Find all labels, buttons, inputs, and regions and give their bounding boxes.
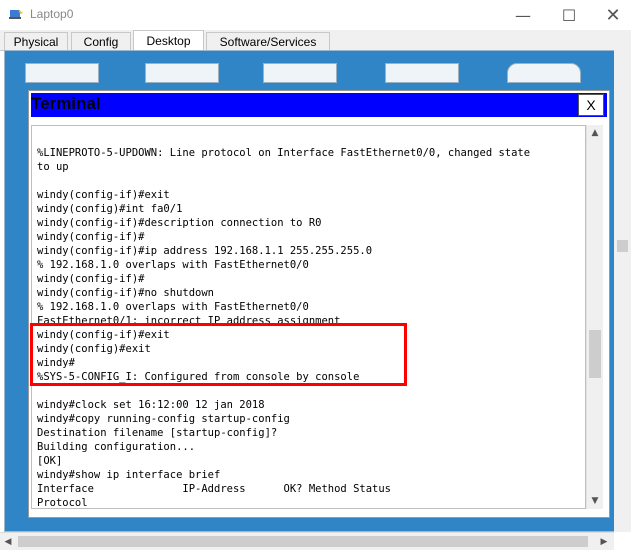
terminal-output[interactable]: %LINEPROTO-5-UPDOWN: Line protocol on In…: [31, 125, 586, 509]
tab-physical[interactable]: Physical: [4, 32, 68, 50]
terminal-line: windy(config)#exit: [37, 343, 151, 355]
terminal-line: to up: [37, 161, 69, 173]
desktop-app-icon[interactable]: [507, 63, 581, 83]
terminal-titlebar: Terminal X: [31, 93, 607, 117]
terminal-line: Protocol: [37, 497, 88, 509]
tab-desktop[interactable]: Desktop: [133, 30, 204, 51]
terminal-line: %SYS-5-CONFIG_I: Configured from console…: [37, 371, 360, 383]
terminal-text: %LINEPROTO-5-UPDOWN: Line protocol on In…: [37, 126, 585, 509]
maximize-icon[interactable]: ☐: [546, 0, 592, 30]
terminal-line: Building configuration...: [37, 441, 196, 453]
terminal-line: windy(config-if)#description connection …: [37, 217, 322, 229]
terminal-line: windy#show ip interface brief: [37, 469, 221, 481]
terminal-line: windy#: [37, 357, 75, 369]
terminal-line: windy(config-if)#no shutdown: [37, 287, 215, 299]
terminal-close-button[interactable]: X: [578, 94, 604, 116]
terminal-scrollbar[interactable]: ▲ ▼: [586, 125, 603, 509]
scrollbar-thumb[interactable]: [589, 330, 601, 378]
terminal-line: windy(config-if)#: [37, 273, 145, 285]
minimize-icon[interactable]: —: [500, 0, 546, 30]
terminal-window: Terminal X %LINEPROTO-5-UPDOWN: Line pro…: [28, 90, 610, 518]
scrollbar-thumb[interactable]: [18, 536, 588, 547]
terminal-line: %LINEPROTO-5-UPDOWN: Line protocol on In…: [37, 147, 531, 159]
terminal-line: windy#clock set 16:12:00 12 jan 2018: [37, 399, 265, 411]
terminal-line: windy(config-if)#: [37, 231, 145, 243]
desktop-app-icon[interactable]: [145, 63, 219, 83]
terminal-line: FastEthernet0/1: incorrect IP address as…: [37, 315, 341, 327]
outer-vertical-scrollbar[interactable]: [614, 50, 631, 532]
scroll-up-icon[interactable]: ▲: [587, 125, 603, 141]
terminal-line: windy(config-if)#exit: [37, 329, 170, 341]
laptop-app-icon: [9, 9, 23, 19]
tab-bar: Physical Config Desktop Software/Service…: [0, 30, 631, 51]
terminal-line: Destination filename [startup-config]?: [37, 427, 278, 439]
terminal-line: windy(config)#int fa0/1: [37, 203, 183, 215]
terminal-line: windy#copy running-config startup-config: [37, 413, 290, 425]
window-titlebar: Laptop0 — ☐ ✕: [0, 0, 631, 30]
desktop-app-icon[interactable]: [263, 63, 337, 83]
scroll-left-icon[interactable]: ◀: [0, 533, 16, 550]
window-title: Laptop0: [30, 7, 74, 21]
desktop-app-icon[interactable]: [25, 63, 99, 83]
close-icon[interactable]: ✕: [590, 0, 631, 30]
terminal-line: % 192.168.1.0 overlaps with FastEthernet…: [37, 301, 309, 313]
terminal-line: % 192.168.1.0 overlaps with FastEthernet…: [37, 259, 309, 271]
terminal-title: Terminal: [31, 94, 101, 113]
scrollbar-thumb[interactable]: [617, 240, 628, 252]
tab-software-services[interactable]: Software/Services: [206, 32, 330, 50]
terminal-line: windy(config-if)#exit: [37, 189, 170, 201]
terminal-line: [OK]: [37, 455, 63, 467]
desktop-app-icon[interactable]: [385, 63, 459, 83]
terminal-line: Interface IP-Address OK? Method Status: [37, 483, 392, 495]
outer-horizontal-scrollbar[interactable]: ◀ ▶: [0, 532, 614, 550]
tab-config[interactable]: Config: [71, 32, 131, 50]
scroll-down-icon[interactable]: ▼: [587, 493, 603, 509]
scroll-right-icon[interactable]: ▶: [596, 533, 612, 550]
terminal-line: windy(config-if)#ip address 192.168.1.1 …: [37, 245, 373, 257]
